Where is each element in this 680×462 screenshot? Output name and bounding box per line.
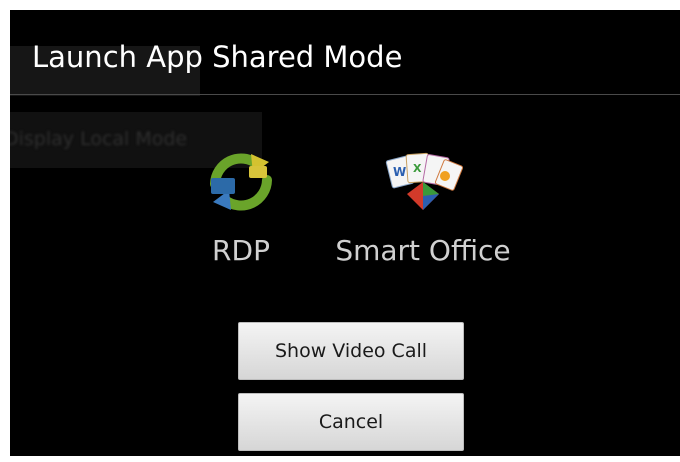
cancel-button[interactable]: Cancel bbox=[238, 393, 464, 451]
smart-office-icon: W X bbox=[385, 152, 463, 210]
app-tile-rdp[interactable]: RDP bbox=[186, 152, 296, 267]
app-label-rdp: RDP bbox=[212, 234, 270, 267]
app-tile-smart-office[interactable]: W X Smart Office bbox=[328, 152, 518, 267]
app-label-smart-office: Smart Office bbox=[335, 234, 511, 267]
svg-text:X: X bbox=[413, 162, 422, 175]
background-window-text: Display Local Mode bbox=[10, 128, 188, 150]
launch-app-dialog: Display Local Mode Launch App Shared Mod… bbox=[10, 10, 680, 456]
dialog-title: Launch App Shared Mode bbox=[32, 40, 403, 74]
show-video-call-button[interactable]: Show Video Call bbox=[238, 322, 464, 380]
title-divider bbox=[10, 94, 680, 95]
svg-text:W: W bbox=[393, 165, 406, 179]
rdp-icon bbox=[210, 153, 272, 211]
